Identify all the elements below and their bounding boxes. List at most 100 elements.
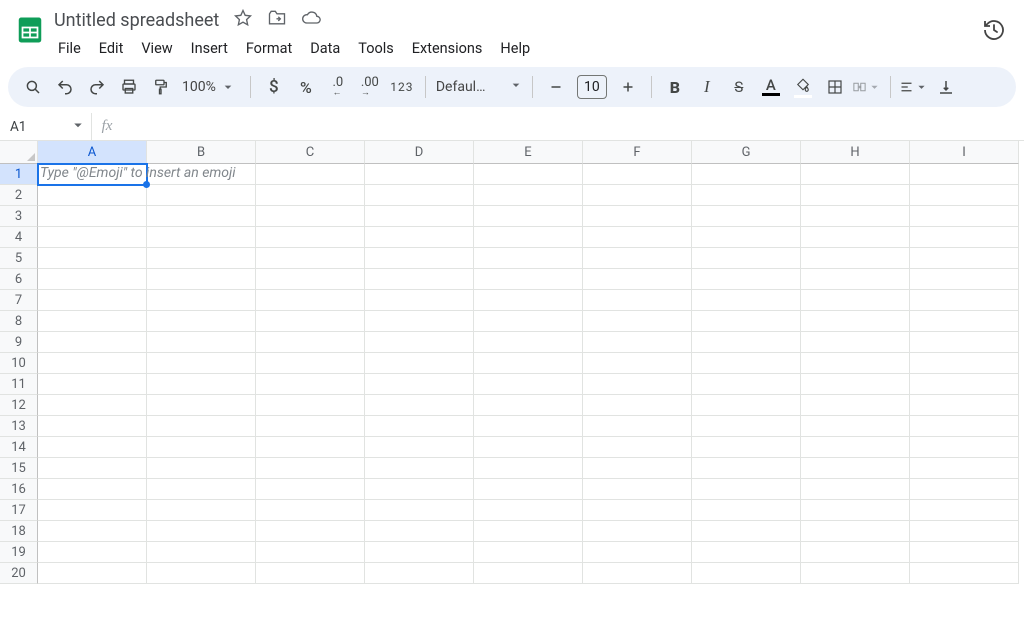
cell[interactable] xyxy=(147,185,256,206)
cell[interactable] xyxy=(474,374,583,395)
cell[interactable] xyxy=(910,227,1019,248)
cell[interactable] xyxy=(365,458,474,479)
cell[interactable] xyxy=(474,416,583,437)
cell[interactable] xyxy=(38,332,147,353)
increase-decimal-icon[interactable]: .00→ xyxy=(355,72,385,102)
cell[interactable] xyxy=(38,311,147,332)
cell[interactable] xyxy=(474,521,583,542)
cell[interactable] xyxy=(801,269,910,290)
cell[interactable] xyxy=(147,479,256,500)
cell[interactable] xyxy=(692,185,801,206)
menu-data[interactable]: Data xyxy=(302,36,348,61)
row-header[interactable]: 1 xyxy=(0,164,38,185)
cell[interactable] xyxy=(474,437,583,458)
borders-icon[interactable] xyxy=(820,72,850,102)
cell[interactable] xyxy=(365,332,474,353)
zoom-select[interactable]: 100% xyxy=(178,79,242,95)
row-header[interactable]: 20 xyxy=(0,563,38,584)
cell[interactable] xyxy=(147,395,256,416)
cell[interactable] xyxy=(147,332,256,353)
select-all-corner[interactable] xyxy=(0,141,38,164)
cell[interactable] xyxy=(38,227,147,248)
cell[interactable] xyxy=(365,563,474,584)
cell[interactable] xyxy=(474,563,583,584)
cell[interactable] xyxy=(910,437,1019,458)
cell[interactable] xyxy=(38,290,147,311)
cell[interactable] xyxy=(256,227,365,248)
row-header[interactable]: 19 xyxy=(0,542,38,563)
menu-tools[interactable]: Tools xyxy=(350,36,402,61)
cell[interactable] xyxy=(365,227,474,248)
cell[interactable] xyxy=(365,311,474,332)
row-header[interactable]: 11 xyxy=(0,374,38,395)
cell[interactable] xyxy=(801,437,910,458)
fill-color-icon[interactable] xyxy=(788,72,818,102)
row-header[interactable]: 12 xyxy=(0,395,38,416)
cell[interactable] xyxy=(583,332,692,353)
cell[interactable] xyxy=(910,353,1019,374)
cell[interactable] xyxy=(147,416,256,437)
row-header[interactable]: 8 xyxy=(0,311,38,332)
row-header[interactable]: 16 xyxy=(0,479,38,500)
cell[interactable] xyxy=(910,458,1019,479)
cell[interactable] xyxy=(147,374,256,395)
cell[interactable] xyxy=(256,563,365,584)
cell[interactable] xyxy=(38,248,147,269)
row-header[interactable]: 17 xyxy=(0,500,38,521)
cell[interactable] xyxy=(583,206,692,227)
cell[interactable] xyxy=(474,311,583,332)
cell[interactable] xyxy=(365,500,474,521)
cell[interactable] xyxy=(256,269,365,290)
column-header[interactable]: I xyxy=(910,141,1019,164)
cell[interactable] xyxy=(474,395,583,416)
cell[interactable] xyxy=(256,395,365,416)
cell[interactable] xyxy=(38,542,147,563)
cell[interactable] xyxy=(147,500,256,521)
cell[interactable] xyxy=(583,269,692,290)
cell[interactable] xyxy=(256,437,365,458)
row-header[interactable]: 14 xyxy=(0,437,38,458)
cell[interactable] xyxy=(38,353,147,374)
cell[interactable] xyxy=(38,500,147,521)
cell[interactable] xyxy=(256,500,365,521)
cell[interactable] xyxy=(801,248,910,269)
cell[interactable] xyxy=(583,542,692,563)
column-header[interactable]: A xyxy=(38,141,147,164)
cell[interactable] xyxy=(692,437,801,458)
cell[interactable] xyxy=(38,437,147,458)
cell[interactable] xyxy=(583,227,692,248)
strikethrough-icon[interactable]: S xyxy=(724,72,754,102)
cell[interactable] xyxy=(474,353,583,374)
column-header[interactable]: H xyxy=(801,141,910,164)
cell[interactable] xyxy=(147,206,256,227)
cell[interactable] xyxy=(256,164,365,185)
cell[interactable] xyxy=(474,206,583,227)
cell[interactable] xyxy=(147,542,256,563)
cell[interactable] xyxy=(692,521,801,542)
cell[interactable] xyxy=(474,479,583,500)
cell[interactable] xyxy=(365,164,474,185)
cell[interactable] xyxy=(910,311,1019,332)
decrease-decimal-icon[interactable]: .0← xyxy=(323,72,353,102)
doc-title[interactable]: Untitled spreadsheet xyxy=(50,8,223,33)
cell[interactable] xyxy=(474,164,583,185)
cell[interactable] xyxy=(910,248,1019,269)
redo-icon[interactable] xyxy=(82,72,112,102)
name-box[interactable]: A1 xyxy=(0,113,92,140)
cell[interactable] xyxy=(474,185,583,206)
bold-icon[interactable]: B xyxy=(660,72,690,102)
row-header[interactable]: 6 xyxy=(0,269,38,290)
cell[interactable] xyxy=(474,500,583,521)
cell[interactable] xyxy=(801,563,910,584)
cell[interactable] xyxy=(147,227,256,248)
cell[interactable] xyxy=(147,164,256,185)
cell[interactable] xyxy=(147,248,256,269)
row-header[interactable]: 3 xyxy=(0,206,38,227)
cell[interactable] xyxy=(692,227,801,248)
row-header[interactable]: 5 xyxy=(0,248,38,269)
cell[interactable] xyxy=(583,500,692,521)
menu-extensions[interactable]: Extensions xyxy=(404,36,491,61)
cell[interactable] xyxy=(365,206,474,227)
cell[interactable] xyxy=(147,563,256,584)
sheets-logo[interactable] xyxy=(10,10,50,50)
